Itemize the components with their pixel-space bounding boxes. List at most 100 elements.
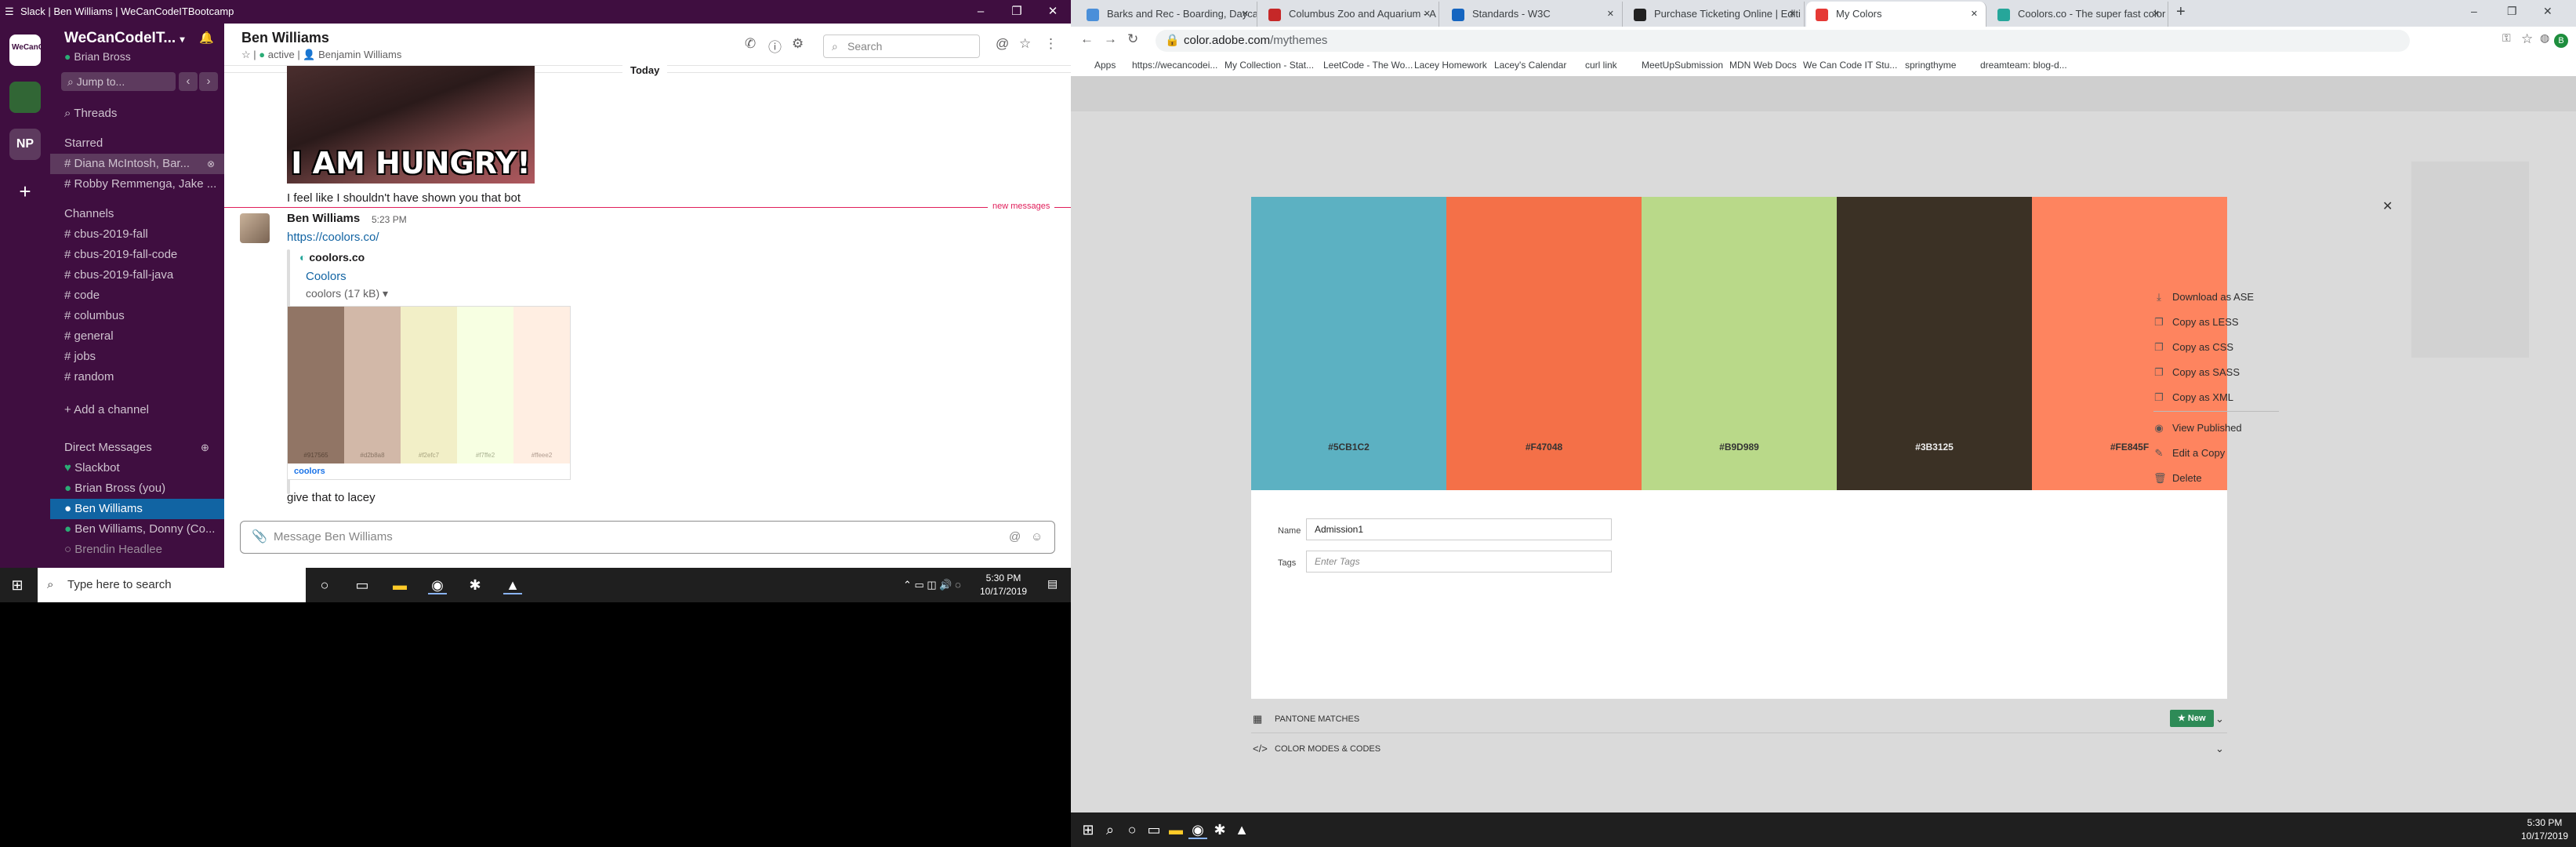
apps-shortcut[interactable]: Apps — [1094, 60, 1116, 71]
color-swatch[interactable]: #5CB1C2 — [1251, 197, 1446, 490]
channel-item[interactable]: # cbus-2019-fall — [50, 224, 224, 245]
file-label[interactable]: coolors (17 kB) ▾ — [306, 287, 388, 300]
bell-icon[interactable]: 🔔 — [199, 28, 214, 49]
menu-item[interactable]: ✎ Edit a Copy — [2153, 447, 2226, 460]
tab-close-icon[interactable]: ✕ — [2153, 2, 2160, 27]
extension-icon[interactable]: ◍ — [2540, 31, 2549, 45]
channel-item[interactable]: # cbus-2019-fall-java — [50, 265, 224, 285]
taskbar-search-input[interactable]: ⌕ Type here to search — [38, 568, 306, 602]
bookmark-star-icon[interactable]: ☆ — [2521, 31, 2533, 47]
message-input[interactable]: 📎 Message Ben Williams @ ☺ — [240, 521, 1055, 554]
attach-icon[interactable]: 📎 — [252, 522, 267, 553]
chevron-down-icon[interactable]: ⌄ — [2215, 743, 2224, 755]
channel-item[interactable]: # jobs — [50, 347, 224, 367]
close-icon[interactable]: ⊗ — [207, 154, 215, 174]
dm-item-selected[interactable]: ● Ben Williams — [50, 499, 224, 519]
tab[interactable]: Coolors.co - The super fast color ✕ — [1988, 2, 2168, 27]
photos-icon[interactable]: ▲ — [1232, 820, 1251, 839]
address-bar[interactable]: 🔒 color.adobe.com/mythemes — [1156, 30, 2410, 52]
color-modes-panel[interactable]: </> COLOR MODES & CODES ⌄ — [1251, 736, 2227, 763]
modal-close-icon[interactable]: ✕ — [2382, 198, 2393, 214]
dm-item[interactable]: ● Ben Williams, Donny (Co... — [50, 519, 224, 540]
forward-icon[interactable]: → — [1104, 31, 1117, 47]
avatar[interactable] — [240, 213, 270, 243]
phone-icon[interactable]: ✆ — [745, 36, 756, 52]
bookmark-item[interactable]: MeetUpSubmission — [1642, 60, 1723, 71]
bookmark-item[interactable]: dreamteam: blog-d... — [1980, 60, 2067, 71]
menu-item[interactable]: ◉ View Published — [2153, 422, 2241, 434]
tab-close-icon[interactable]: ✕ — [1424, 2, 1431, 27]
starred-item[interactable]: # Diana McIntosh, Bar... ⊗ — [50, 154, 224, 174]
workspace-menu[interactable]: WeCanCodeIT... ▾ 🔔 — [50, 28, 224, 49]
close-icon[interactable]: ✕ — [2543, 5, 2552, 18]
chrome-icon[interactable]: ◉ — [1188, 820, 1207, 839]
message-link[interactable]: https://coolors.co/ — [287, 231, 379, 244]
dm-item[interactable]: ○ Brendin Headlee — [50, 540, 224, 560]
channel-item[interactable]: # cbus-2019-fall-code — [50, 245, 224, 265]
profile-avatar[interactable]: B — [2554, 34, 2568, 48]
file-explorer-icon[interactable]: ▬ — [390, 576, 409, 594]
star-icon[interactable]: ☆ — [241, 49, 251, 60]
task-view-icon[interactable]: ▭ — [353, 576, 372, 594]
tab-close-icon[interactable]: ✕ — [1789, 2, 1796, 27]
menu-item[interactable]: ❐ Copy as XML — [2153, 391, 2233, 404]
new-tab-icon[interactable]: + — [2176, 3, 2186, 21]
gif-image[interactable]: I AM HUNGRY! — [287, 66, 535, 184]
workspace-second[interactable] — [9, 82, 41, 113]
bookmark-item[interactable]: My Collection - Stat... — [1225, 60, 1314, 71]
dm-item[interactable]: ● Brian Bross (you) — [50, 478, 224, 499]
channel-item[interactable]: # general — [50, 326, 224, 347]
taskbar-clock[interactable]: 5:30 PM 10/17/2019 — [2521, 816, 2568, 843]
back-button[interactable]: ‹ — [179, 72, 198, 91]
tab-active[interactable]: My Colors ✕ — [1806, 2, 1986, 27]
workspace-wecancodeit[interactable]: WeCanCodeIT — [9, 35, 65, 66]
cortana-icon[interactable]: ○ — [315, 576, 334, 594]
workspace-np[interactable]: NP — [9, 129, 41, 160]
color-swatch[interactable]: #B9D989 — [1642, 197, 1837, 490]
back-icon[interactable]: ← — [1080, 31, 1094, 47]
name-input[interactable]: Admission1 — [1306, 518, 1612, 540]
threads-item[interactable]: ⌕ Threads — [50, 104, 224, 124]
restore-icon[interactable]: ❐ — [2507, 5, 2517, 18]
search-input[interactable]: ⌕ Search — [823, 35, 980, 58]
tab-close-icon[interactable]: ✕ — [1607, 2, 1614, 27]
chrome-icon[interactable]: ◉ — [428, 576, 447, 594]
notification-icon[interactable]: ▤ — [1047, 577, 1058, 591]
minimize-icon[interactable]: – — [963, 0, 999, 24]
tab[interactable]: Barks and Rec - Boarding, Dayca ✕ — [1077, 2, 1257, 27]
bookmark-item[interactable]: springthyme — [1905, 60, 1956, 71]
pantone-panel[interactable]: ▦ PANTONE MATCHES ★ New ⌄ — [1251, 707, 2227, 733]
add-workspace-button[interactable]: + — [9, 176, 41, 207]
bookmark-item[interactable]: LeetCode - The Wo... — [1323, 60, 1413, 71]
slack-icon[interactable]: ✱ — [1210, 820, 1229, 839]
tab[interactable]: Standards - W3C ✕ — [1442, 2, 1623, 27]
tab[interactable]: Columbus Zoo and Aquarium - A ✕ — [1259, 2, 1439, 27]
gear-icon[interactable]: ⚙ — [792, 36, 804, 52]
menu-item[interactable]: ❐ Copy as CSS — [2153, 341, 2233, 354]
channel-item[interactable]: # columbus — [50, 306, 224, 326]
star-icon[interactable]: ☆ — [1019, 36, 1031, 52]
bookmark-item[interactable]: curl link — [1585, 60, 1617, 71]
search-icon[interactable]: ⌕ — [1101, 820, 1119, 839]
bookmark-item[interactable]: Lacey's Calendar — [1494, 60, 1566, 71]
close-icon[interactable]: ✕ — [1035, 0, 1071, 24]
forward-button[interactable]: › — [199, 72, 218, 91]
tab[interactable]: Purchase Ticketing Online | Editi ✕ — [1624, 2, 1805, 27]
message-time[interactable]: 5:23 PM — [372, 214, 407, 225]
tags-input[interactable]: Enter Tags — [1306, 551, 1612, 573]
tab-close-icon[interactable]: ✕ — [1242, 2, 1249, 27]
tab-close-icon[interactable]: ✕ — [1971, 2, 1978, 27]
color-swatch[interactable]: #F47048 — [1446, 197, 1642, 490]
key-icon[interactable]: ⚿ — [2502, 31, 2511, 45]
task-view-icon[interactable]: ▭ — [1145, 820, 1163, 839]
mentions-icon[interactable]: @ — [996, 36, 1009, 52]
bookmark-item[interactable]: MDN Web Docs — [1729, 60, 1797, 71]
more-icon[interactable]: ⋮ — [1044, 36, 1058, 52]
menu-item[interactable]: ⤓ Download as ASE — [2153, 291, 2254, 304]
sender-name[interactable]: Ben Williams — [287, 212, 360, 225]
info-icon[interactable]: ⓘ — [768, 36, 782, 56]
photos-icon[interactable]: ▲ — [503, 576, 522, 594]
add-channel-button[interactable]: + Add a channel — [50, 400, 224, 420]
bookmark-item[interactable]: We Can Code IT Stu... — [1803, 60, 1897, 71]
windows-start-icon[interactable]: ⊞ — [1079, 820, 1098, 839]
